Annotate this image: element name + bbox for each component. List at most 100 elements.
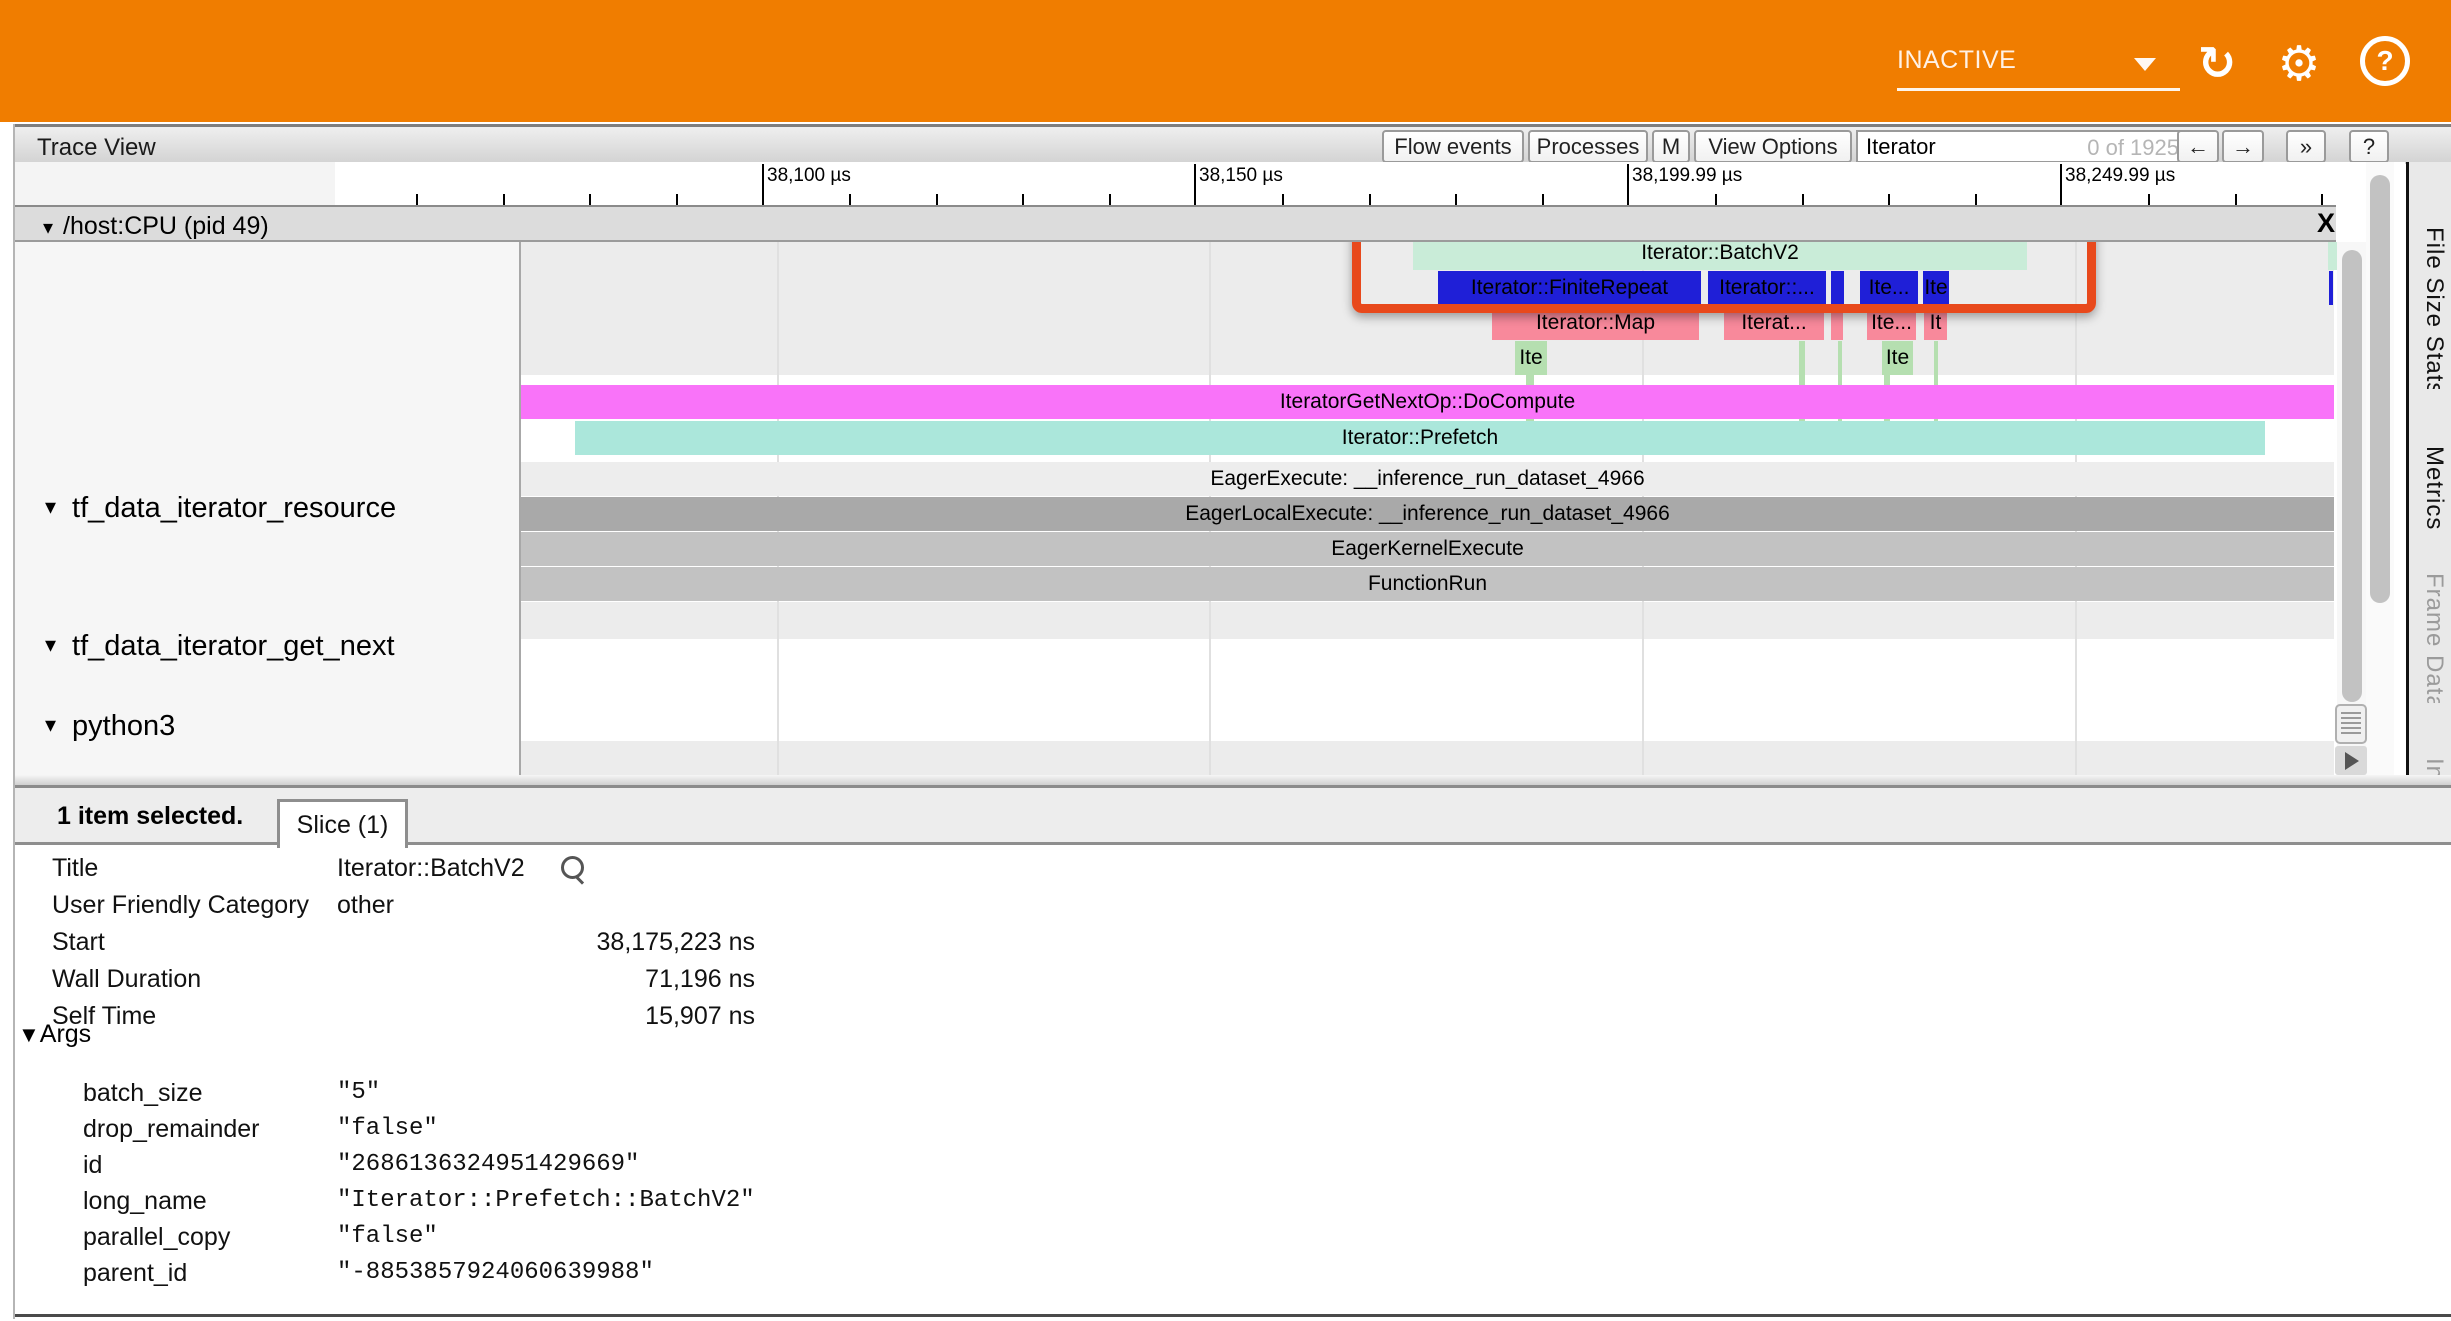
trace-slice-eagerexecute-inference-run-dataset-4966[interactable]: EagerExecute: __inference_run_dataset_49… [521,462,2334,496]
search-result-count: 0 of 1925 [2087,135,2179,161]
arg-label: long_name [83,1187,207,1216]
arg-label: batch_size [83,1079,203,1108]
toolbar-button-m[interactable]: M [1652,130,1690,163]
trace-slice-iterat[interactable]: Iterat... [1724,306,1824,340]
trace-slice-ite[interactable]: Ite... [1867,306,1916,340]
trace-slice-iterator[interactable]: Iterator::... [1708,271,1826,305]
chevron-down-icon [2134,58,2156,71]
search-input[interactable] [1864,133,2068,161]
ruler-major-tick [1194,164,1196,205]
detail-label: Title [52,854,98,883]
ruler-minor-tick [676,194,678,205]
trace-slice[interactable] [1831,306,1843,340]
dropdown-underline [1897,88,2180,91]
trace-slice[interactable] [1831,271,1844,305]
ruler-minor-tick [2321,194,2323,205]
arg-value: "Iterator::Prefetch::BatchV2" [337,1187,755,1214]
ruler-minor-tick [849,194,851,205]
page-title: Trace View [37,134,156,162]
arg-row-id: id "2686136324951429669" [15,1147,1215,1184]
help-button[interactable]: ? [2349,130,2389,163]
tab-slice[interactable]: Slice (1) [277,799,408,848]
run-status-dropdown[interactable]: INACTIVE [1897,40,2180,88]
trace-slice-iterator-finiterepeat[interactable]: Iterator::FiniteRepeat [1438,271,1701,305]
detail-value: 15,907 ns [337,1002,755,1031]
track-label-python3[interactable]: ▾python3 [45,710,175,743]
ruler-tick-label: 38,100 µs [767,165,851,187]
track-label-tf-data-iterator-get-next[interactable]: ▾ tf_data_iterator_get_next [45,630,395,663]
trace-toolbar: Trace View Flow eventsProcessesMView Opt… [15,124,2451,164]
track-row-bg [521,741,2334,775]
skip-button[interactable]: » [2286,130,2326,163]
ruler-minor-tick [589,194,591,205]
arg-row-drop-remainder: drop_remainder"false" [15,1111,1215,1148]
next-result-button[interactable]: → [2222,130,2264,163]
detail-label: Wall Duration [52,965,201,994]
arg-value: "5" [337,1079,380,1106]
sidebar-tab-file-size-stats[interactable]: File Size Stats [2414,227,2448,389]
trace-slice-functionrun[interactable]: FunctionRun [521,567,2334,601]
pane-splitter[interactable] [15,775,2451,788]
app-bar: INACTIVE ↻ ⚙ ? [0,0,2451,122]
toolbar-button-flow-events[interactable]: Flow events [1382,130,1524,163]
ruler-minor-tick [416,194,418,205]
ruler-minor-tick [936,194,938,205]
trace-viewer-screen: INACTIVE ↻ ⚙ ? Trace View Flow eventsPro… [0,0,2451,1321]
process-header[interactable]: ▾/host:CPU (pid 49) X [15,205,2336,242]
ruler-minor-tick [1455,194,1457,205]
toolbar-button-processes[interactable]: Processes [1528,130,1648,163]
triangle-down-icon: ▼ [18,1022,40,1047]
trace-slice[interactable] [2329,271,2333,305]
track-label-tf-data-iterator-resource[interactable]: ▾tf_data_iterator_resource [45,492,396,525]
arg-row-parent-id: parent_id"-8853857924060639988" [15,1255,1215,1292]
viewer-scrollbar-thumb[interactable] [2370,175,2390,603]
trace-slice-eagerlocalexecute-inference-run-dataset-4966[interactable]: EagerLocalExecute: __inference_run_datas… [521,497,2334,531]
ruler-minor-tick [1369,194,1371,205]
detail-row-self-time: Self Time15,907 ns [15,998,1215,1035]
sidebar-tab-frame-data: Frame Data [2414,573,2448,703]
grip-dots [2341,712,2361,736]
trace-slice-ite[interactable]: Ite [1882,341,1913,375]
resize-grip-handle[interactable] [2335,704,2367,744]
trace-slice-iteratorgetnextop-docompute[interactable]: IteratorGetNextOp::DoCompute [521,385,2334,419]
args-toggle[interactable]: ▼Args [18,1020,91,1049]
details-pane: 1 item selected. Slice (1) TitleIterator… [15,788,2451,1317]
ruler-minor-tick [1542,194,1544,205]
gear-icon[interactable]: ⚙ [2274,36,2324,92]
tracks-area: ▾tf_data_iterator_resource▾tf_data_itera… [15,242,2405,775]
trace-slice-ite[interactable]: Ite... [1860,271,1918,305]
close-icon[interactable]: X [2308,207,2344,240]
timeline-scrollbar-thumb[interactable] [2342,250,2362,702]
arg-value: "2686136324951429669" [337,1151,639,1178]
trace-slice-ite[interactable]: Ite [1515,341,1547,375]
collapse-arrow-icon: ▾ [45,632,56,657]
scroll-corner-button[interactable] [2335,746,2367,775]
ruler-tick-label: 38,150 µs [1199,165,1283,187]
magnifier-icon[interactable] [561,856,584,879]
toolbar-button-view-options[interactable]: View Options [1694,130,1852,163]
trace-slice-it[interactable]: It [1924,306,1947,340]
sidebar-tab-metrics[interactable]: Metrics [2414,446,2448,530]
help-icon[interactable]: ? [2360,36,2410,86]
trace-slice[interactable] [2328,242,2337,270]
args-header-label: Args [40,1020,91,1048]
trace-slice-iterator-map[interactable]: Iterator::Map [1492,306,1699,340]
arg-label: id [83,1151,102,1180]
ruler-tick-label: 38,249.99 µs [2065,165,2175,187]
trace-slice-eagerkernelexecute[interactable]: EagerKernelExecute [521,532,2334,566]
detail-row-wall-duration: Wall Duration71,196 ns [15,961,1215,998]
trace-slice-ite[interactable]: Ite [1923,271,1949,305]
arg-label: drop_remainder [83,1115,260,1144]
arg-row-parallel-copy: parallel_copy"false" [15,1219,1215,1256]
track-label-text: tf_data_iterator_get_next [72,630,394,662]
detail-value: Iterator::BatchV2 [337,854,525,883]
ruler-major-tick [1627,164,1629,205]
collapse-arrow-icon: ▾ [45,712,56,737]
trace-slice-iterator-prefetch[interactable]: Iterator::Prefetch [575,421,2265,455]
arg-value: "-8853857924060639988" [337,1259,654,1286]
prev-result-button[interactable]: ← [2177,130,2219,163]
trace-slice-iterator-batchv2[interactable]: Iterator::BatchV2 [1413,242,2027,270]
arg-row-long-name: long_name "Iterator::Prefetch::BatchV2" [15,1183,1215,1220]
track-label-text: tf_data_iterator_resource [72,492,396,524]
refresh-icon[interactable]: ↻ [2192,36,2242,90]
